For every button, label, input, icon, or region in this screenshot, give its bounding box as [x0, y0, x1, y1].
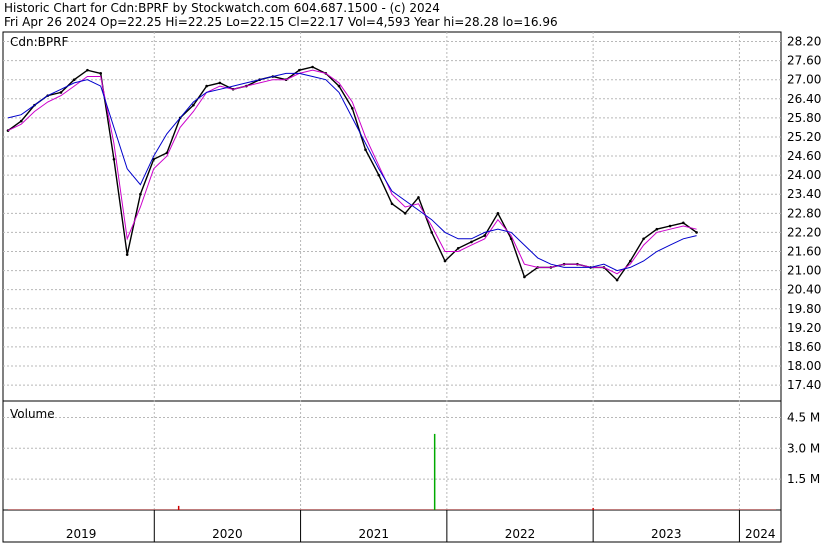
price-data-point — [443, 259, 447, 263]
price-data-point — [430, 231, 434, 234]
price-data-point — [125, 253, 129, 256]
price-data-point — [496, 212, 500, 215]
year-tick-label: 2021 — [358, 527, 389, 541]
price-data-point — [403, 212, 407, 215]
price-data-point — [112, 157, 116, 161]
year-tick-label: 2019 — [66, 527, 97, 541]
price-tick-label: 27.00 — [787, 73, 821, 87]
price-data-point — [682, 221, 685, 225]
price-tick-label: 23.40 — [787, 187, 821, 201]
price-tick-label: 21.00 — [787, 264, 821, 278]
price-data-point — [470, 240, 473, 244]
price-data-point — [86, 68, 89, 72]
price-data-point — [205, 84, 208, 88]
price-data-point — [350, 107, 354, 110]
price-tick-label: 22.80 — [787, 206, 821, 220]
year-tick-label: 2024 — [745, 527, 776, 541]
price-data-point — [629, 259, 632, 263]
price-chart-symbol-label: Cdn:BPRF — [10, 35, 68, 49]
price-panel-frame — [2, 31, 782, 402]
price-axis-labels: 28.20 27.60 27.00 26.40 25.80 25.20 24.60 24.00… — [787, 35, 821, 393]
price-tick-label: 24.00 — [787, 168, 821, 182]
price-data-point — [59, 91, 63, 94]
price-data-point — [417, 196, 420, 199]
price-data-point — [456, 247, 460, 250]
price-tick-label: 20.40 — [787, 283, 821, 297]
price-data-point — [99, 72, 102, 75]
volume-axis-labels: 4.5 M 3.0 M 1.5 M — [787, 410, 820, 486]
price-tick-label: 19.20 — [787, 321, 821, 335]
volume-chart-label: Volume — [10, 407, 55, 421]
price-tick-label: 18.00 — [787, 359, 821, 373]
price-tick-label: 24.60 — [787, 149, 821, 163]
price-tick-label: 17.40 — [787, 378, 821, 392]
volume-tick-label: 3.0 M — [787, 441, 820, 455]
volume-baseline-bars — [8, 509, 776, 510]
price-tick-label: 26.40 — [787, 92, 821, 106]
price-data-point — [668, 224, 672, 228]
price-data-point — [390, 202, 394, 206]
price-data-point — [192, 103, 195, 107]
price-data-point — [337, 84, 341, 88]
price-tick-label: 27.60 — [787, 54, 821, 68]
price-data-point — [298, 68, 301, 72]
year-tick-label: 2023 — [651, 527, 682, 541]
price-data-point — [139, 192, 142, 196]
price-data-point — [483, 234, 486, 237]
price-data-point — [642, 237, 645, 241]
price-tick-label: 21.60 — [787, 244, 821, 258]
price-data-point — [523, 275, 526, 279]
price-tick-label: 25.80 — [787, 111, 821, 125]
price-tick-label: 25.20 — [787, 130, 821, 144]
price-tick-label: 19.80 — [787, 302, 821, 316]
price-data-point — [72, 78, 76, 82]
price-data-point — [615, 278, 619, 282]
stock-chart: 28.20 27.60 27.00 26.40 25.80 25.20 24.60 24.00… — [2, 31, 821, 543]
price-tick-label: 18.60 — [787, 340, 821, 354]
price-tick-label: 28.20 — [787, 35, 821, 49]
volume-tick-label: 1.5 M — [787, 472, 820, 486]
price-data-point — [655, 227, 659, 231]
year-tick-label: 2020 — [212, 527, 243, 541]
year-tick-label: 2022 — [505, 527, 536, 541]
price-data-point — [364, 148, 367, 151]
price-data-point — [311, 65, 314, 69]
price-data-point — [218, 81, 222, 85]
price-data-point — [695, 231, 698, 234]
volume-tick-label: 4.5 M — [787, 410, 820, 424]
price-tick-label: 22.20 — [787, 225, 821, 239]
price-data-point — [19, 119, 23, 123]
price-data-point — [377, 173, 381, 177]
